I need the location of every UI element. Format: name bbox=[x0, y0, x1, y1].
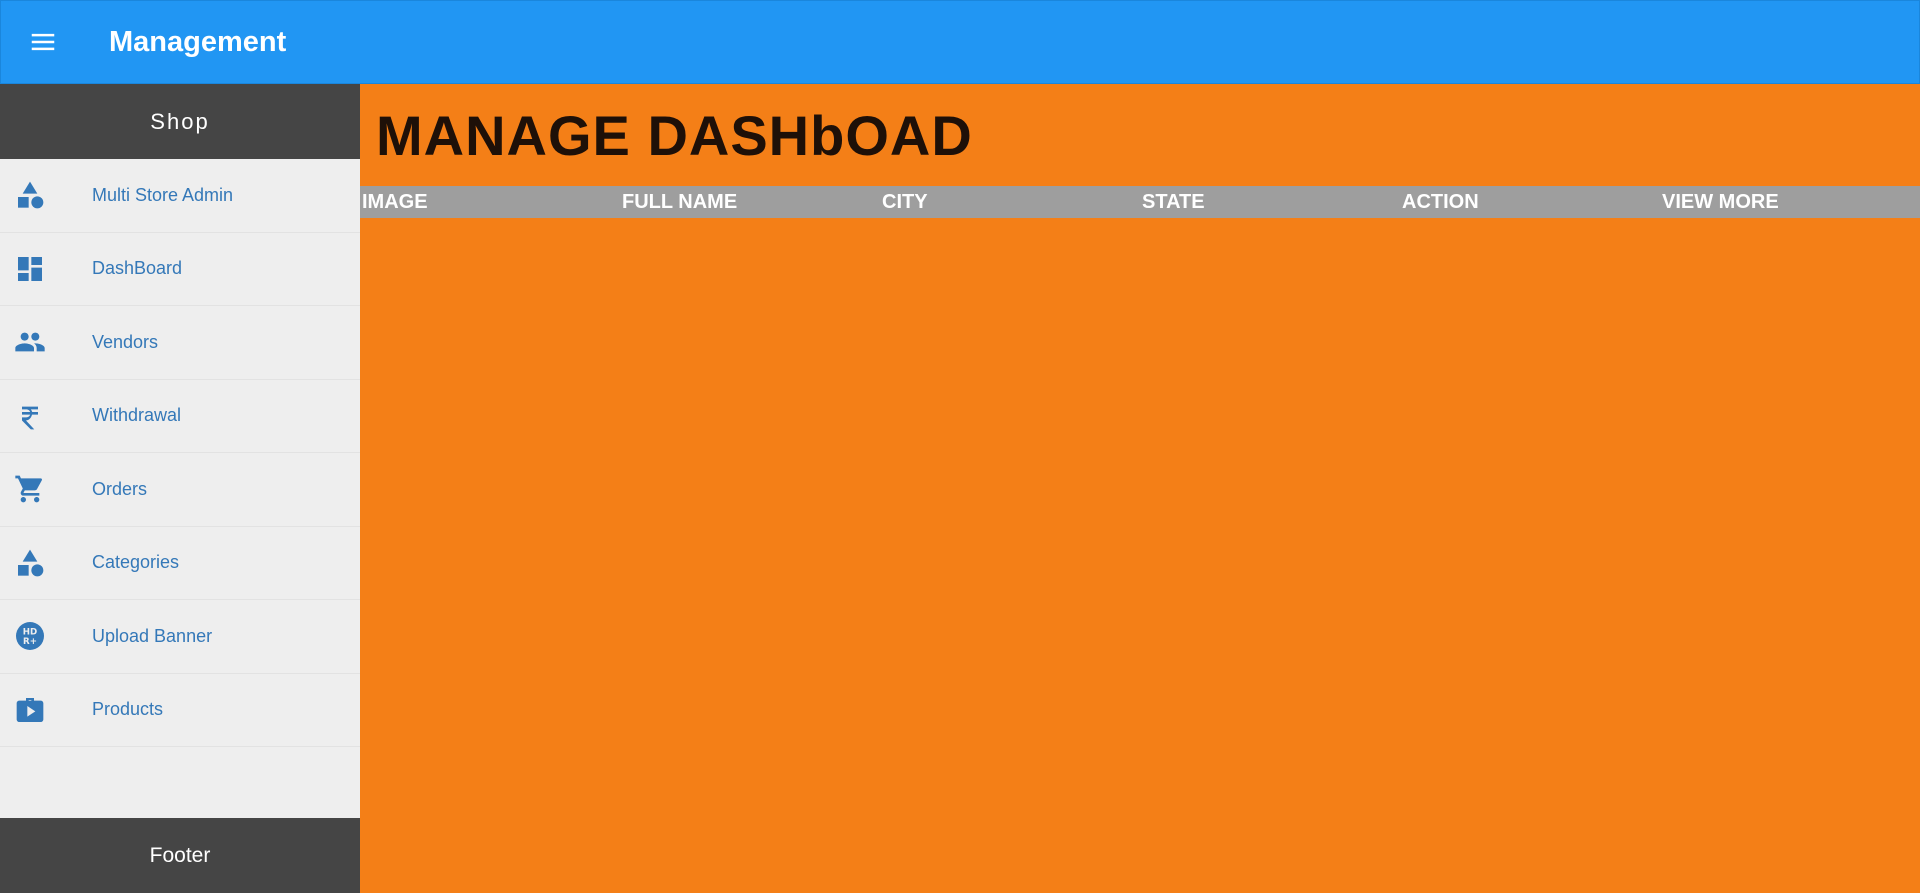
sidebar-header: Shop bbox=[0, 84, 360, 159]
video-briefcase-icon bbox=[14, 694, 78, 726]
sidebar-item-label: DashBoard bbox=[92, 258, 183, 279]
sidebar-footer: Footer bbox=[0, 818, 360, 893]
app-title: Management bbox=[109, 25, 287, 58]
sidebar-item-label: Upload Banner bbox=[92, 625, 213, 646]
app-root: Management Shop Multi Store Admin DashBo… bbox=[0, 0, 1920, 893]
column-header-view-more: VIEW MORE bbox=[1662, 190, 1779, 213]
sidebar-item-label: Products bbox=[92, 699, 164, 720]
sidebar: Shop Multi Store Admin DashBoard Vendors bbox=[0, 84, 360, 893]
category-shapes-icon bbox=[14, 547, 78, 579]
sidebar-item-label: Multi Store Admin bbox=[92, 184, 234, 205]
sidebar-item-label: Vendors bbox=[92, 331, 159, 352]
main-content: MANAGE DASHbOAD IMAGE FULL NAME CITY STA… bbox=[360, 84, 1920, 893]
sidebar-nav: Multi Store Admin DashBoard Vendors With… bbox=[0, 159, 360, 747]
hamburger-menu-icon[interactable] bbox=[1, 0, 85, 84]
sidebar-item-label: Withdrawal bbox=[92, 405, 182, 426]
column-header-state: STATE bbox=[1142, 190, 1205, 213]
sidebar-item-orders[interactable]: Orders bbox=[0, 453, 360, 527]
column-header-image: IMAGE bbox=[362, 190, 428, 213]
rupee-icon bbox=[14, 400, 78, 432]
hdr-plus-icon: HD R+ bbox=[14, 620, 78, 652]
sidebar-item-products[interactable]: Products bbox=[0, 674, 360, 747]
sidebar-item-dashboard[interactable]: DashBoard bbox=[0, 233, 360, 306]
shopping-cart-icon bbox=[14, 473, 78, 505]
sidebar-item-withdrawal[interactable]: Withdrawal bbox=[0, 380, 360, 453]
sidebar-item-label: Orders bbox=[92, 478, 148, 499]
column-header-action: ACTION bbox=[1402, 190, 1479, 213]
sidebar-item-multi-store-admin[interactable]: Multi Store Admin bbox=[0, 159, 360, 233]
people-icon bbox=[14, 326, 78, 358]
svg-text:R+: R+ bbox=[23, 637, 37, 647]
column-header-city: CITY bbox=[882, 190, 928, 213]
top-app-bar: Management bbox=[0, 0, 1920, 84]
sidebar-item-upload-banner[interactable]: HD R+ Upload Banner bbox=[0, 600, 360, 674]
column-header-full-name: FULL NAME bbox=[622, 190, 738, 213]
category-shapes-icon bbox=[14, 179, 78, 211]
page-title: MANAGE DASHbOAD bbox=[376, 103, 973, 167]
dashboard-icon bbox=[14, 253, 78, 285]
sidebar-item-categories[interactable]: Categories bbox=[0, 527, 360, 600]
table-header-row: IMAGE FULL NAME CITY STATE ACTION VIEW M… bbox=[360, 186, 1920, 218]
sidebar-item-vendors[interactable]: Vendors bbox=[0, 306, 360, 380]
sidebar-item-label: Categories bbox=[92, 552, 180, 573]
